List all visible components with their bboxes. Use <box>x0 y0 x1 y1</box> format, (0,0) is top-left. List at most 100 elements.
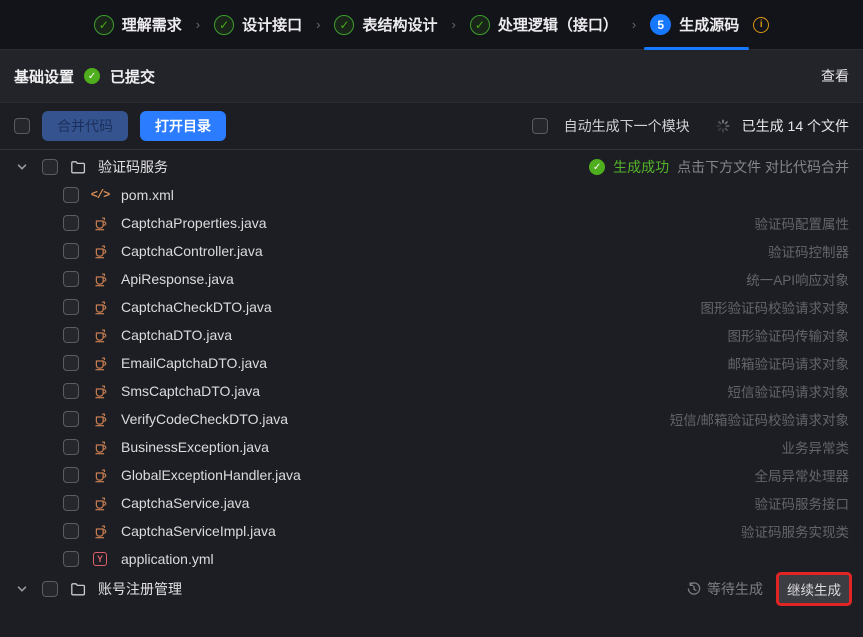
chevron-down-icon[interactable] <box>14 161 30 173</box>
step-label: 生成源码 <box>679 14 739 35</box>
file-row[interactable]: </> Y CaptchaProperties.java 验证码配置属性 <box>14 209 849 237</box>
file-name: application.yml <box>121 551 214 567</box>
submitted-check-icon: ✓ <box>84 68 100 84</box>
file-row[interactable]: </> Y SmsCaptchaDTO.java 短信验证码请求对象 <box>14 377 849 405</box>
step-label: 表结构设计 <box>362 14 437 35</box>
file-description: 业务异常类 <box>782 437 850 457</box>
step-label: 处理逻辑（接口） <box>498 14 618 35</box>
submitted-label: 已提交 <box>110 66 155 87</box>
file-row[interactable]: </> Y pom.xml <box>14 181 849 209</box>
file-description: 统一API响应对象 <box>746 269 849 289</box>
open-directory-button[interactable]: 打开目录 <box>140 111 226 141</box>
file-checkbox[interactable] <box>63 523 79 539</box>
file-checkbox[interactable] <box>63 467 79 483</box>
chevron-right-icon: › <box>632 17 636 32</box>
auto-next-checkbox[interactable] <box>532 118 548 134</box>
file-row[interactable]: </> Y application.yml <box>14 545 849 573</box>
file-description: 短信/邮箱验证码校验请求对象 <box>670 409 849 429</box>
step-design-api[interactable]: ✓ 设计接口 <box>214 0 302 50</box>
file-row[interactable]: </> Y BusinessException.java 业务异常类 <box>14 433 849 461</box>
step-generate-source[interactable]: 5 生成源码 <box>650 0 739 50</box>
waiting-label: 等待生成 <box>707 579 763 599</box>
java-file-icon <box>91 216 109 231</box>
file-description: 短信验证码请求对象 <box>728 381 850 401</box>
java-file-icon <box>91 496 109 511</box>
file-checkbox[interactable] <box>63 243 79 259</box>
file-checkbox[interactable] <box>63 299 79 315</box>
active-step-underline <box>644 47 749 50</box>
module-name[interactable]: 账号注册管理 <box>98 579 182 599</box>
waiting-status: 等待生成 继续生成 <box>687 575 849 603</box>
step-logic[interactable]: ✓ 处理逻辑（接口） <box>470 0 618 50</box>
toolbar: 合并代码 打开目录 自动生成下一个模块 已生成 14 个文件 <box>0 103 863 150</box>
file-row[interactable]: </> Y CaptchaServiceImpl.java 验证码服务实现类 <box>14 517 849 545</box>
file-name: BusinessException.java <box>121 439 269 455</box>
section-title: 基础设置 <box>14 66 74 87</box>
step-table-design[interactable]: ✓ 表结构设计 <box>334 0 437 50</box>
file-checkbox[interactable] <box>63 355 79 371</box>
history-clock-icon <box>687 582 701 596</box>
auto-next-label: 自动生成下一个模块 <box>564 116 690 136</box>
file-checkbox[interactable] <box>63 495 79 511</box>
file-description: 验证码服务接口 <box>755 493 850 513</box>
file-name: CaptchaService.java <box>121 495 249 511</box>
file-name: CaptchaController.java <box>121 243 263 259</box>
folder-icon <box>70 581 86 597</box>
module-name[interactable]: 验证码服务 <box>98 157 168 177</box>
file-checkbox[interactable] <box>63 383 79 399</box>
file-row[interactable]: </> Y GlobalExceptionHandler.java 全局异常处理… <box>14 461 849 489</box>
file-row[interactable]: </> Y CaptchaDTO.java 图形验证码传输对象 <box>14 321 849 349</box>
merge-code-button[interactable]: 合并代码 <box>42 111 128 141</box>
generated-files-count: 已生成 14 个文件 <box>742 116 849 136</box>
module-row-account: 账号注册管理 等待生成 继续生成 <box>14 575 849 603</box>
file-name: SmsCaptchaDTO.java <box>121 383 260 399</box>
file-checkbox[interactable] <box>63 215 79 231</box>
module-checkbox[interactable] <box>42 159 58 175</box>
continue-generate-button[interactable]: 继续生成 <box>779 575 849 603</box>
chevron-right-icon: › <box>196 17 200 32</box>
file-name: EmailCaptchaDTO.java <box>121 355 267 371</box>
file-name: VerifyCodeCheckDTO.java <box>121 411 288 427</box>
file-checkbox[interactable] <box>63 551 79 567</box>
module-row-captcha: 验证码服务 ✓ 生成成功 点击下方文件 对比代码合并 <box>14 153 849 181</box>
step-done-check-icon: ✓ <box>334 15 354 35</box>
file-description: 邮箱验证码请求对象 <box>728 353 850 373</box>
file-description: 验证码服务实现类 <box>741 521 849 541</box>
java-file-icon <box>91 328 109 343</box>
step-done-check-icon: ✓ <box>214 15 234 35</box>
java-file-icon <box>91 272 109 287</box>
module-checkbox[interactable] <box>42 581 58 597</box>
file-row[interactable]: </> Y EmailCaptchaDTO.java 邮箱验证码请求对象 <box>14 349 849 377</box>
file-name: CaptchaCheckDTO.java <box>121 299 272 315</box>
file-row[interactable]: </> Y VerifyCodeCheckDTO.java 短信/邮箱验证码校验… <box>14 405 849 433</box>
step-understand-requirements[interactable]: ✓ 理解需求 <box>94 0 182 50</box>
select-all-checkbox[interactable] <box>14 118 30 134</box>
file-checkbox[interactable] <box>63 439 79 455</box>
step-done-check-icon: ✓ <box>470 15 490 35</box>
file-name: CaptchaDTO.java <box>121 327 232 343</box>
file-description: 图形验证码校验请求对象 <box>701 297 850 317</box>
chevron-down-icon[interactable] <box>14 583 30 595</box>
java-file-icon <box>91 244 109 259</box>
chevron-right-icon: › <box>316 17 320 32</box>
java-file-icon <box>91 384 109 399</box>
generate-success-label: 生成成功 <box>613 157 669 177</box>
java-file-icon <box>91 440 109 455</box>
file-description: 验证码配置属性 <box>755 213 850 233</box>
file-checkbox[interactable] <box>63 271 79 287</box>
info-circle-icon[interactable]: i <box>753 17 769 33</box>
file-row[interactable]: </> Y CaptchaController.java 验证码控制器 <box>14 237 849 265</box>
java-file-icon <box>91 468 109 483</box>
file-row[interactable]: </> Y ApiResponse.java 统一API响应对象 <box>14 265 849 293</box>
file-checkbox[interactable] <box>63 187 79 203</box>
java-file-icon <box>91 300 109 315</box>
view-link[interactable]: 查看 <box>821 66 849 86</box>
success-check-icon: ✓ <box>589 159 605 175</box>
file-checkbox[interactable] <box>63 327 79 343</box>
file-row[interactable]: </> Y CaptchaCheckDTO.java 图形验证码校验请求对象 <box>14 293 849 321</box>
module-status: ✓ 生成成功 点击下方文件 对比代码合并 <box>589 157 849 177</box>
file-checkbox[interactable] <box>63 411 79 427</box>
file-row[interactable]: </> Y CaptchaService.java 验证码服务接口 <box>14 489 849 517</box>
file-list: </> Y pom.xml </> <box>14 181 849 573</box>
xml-file-icon: </> <box>91 188 109 202</box>
